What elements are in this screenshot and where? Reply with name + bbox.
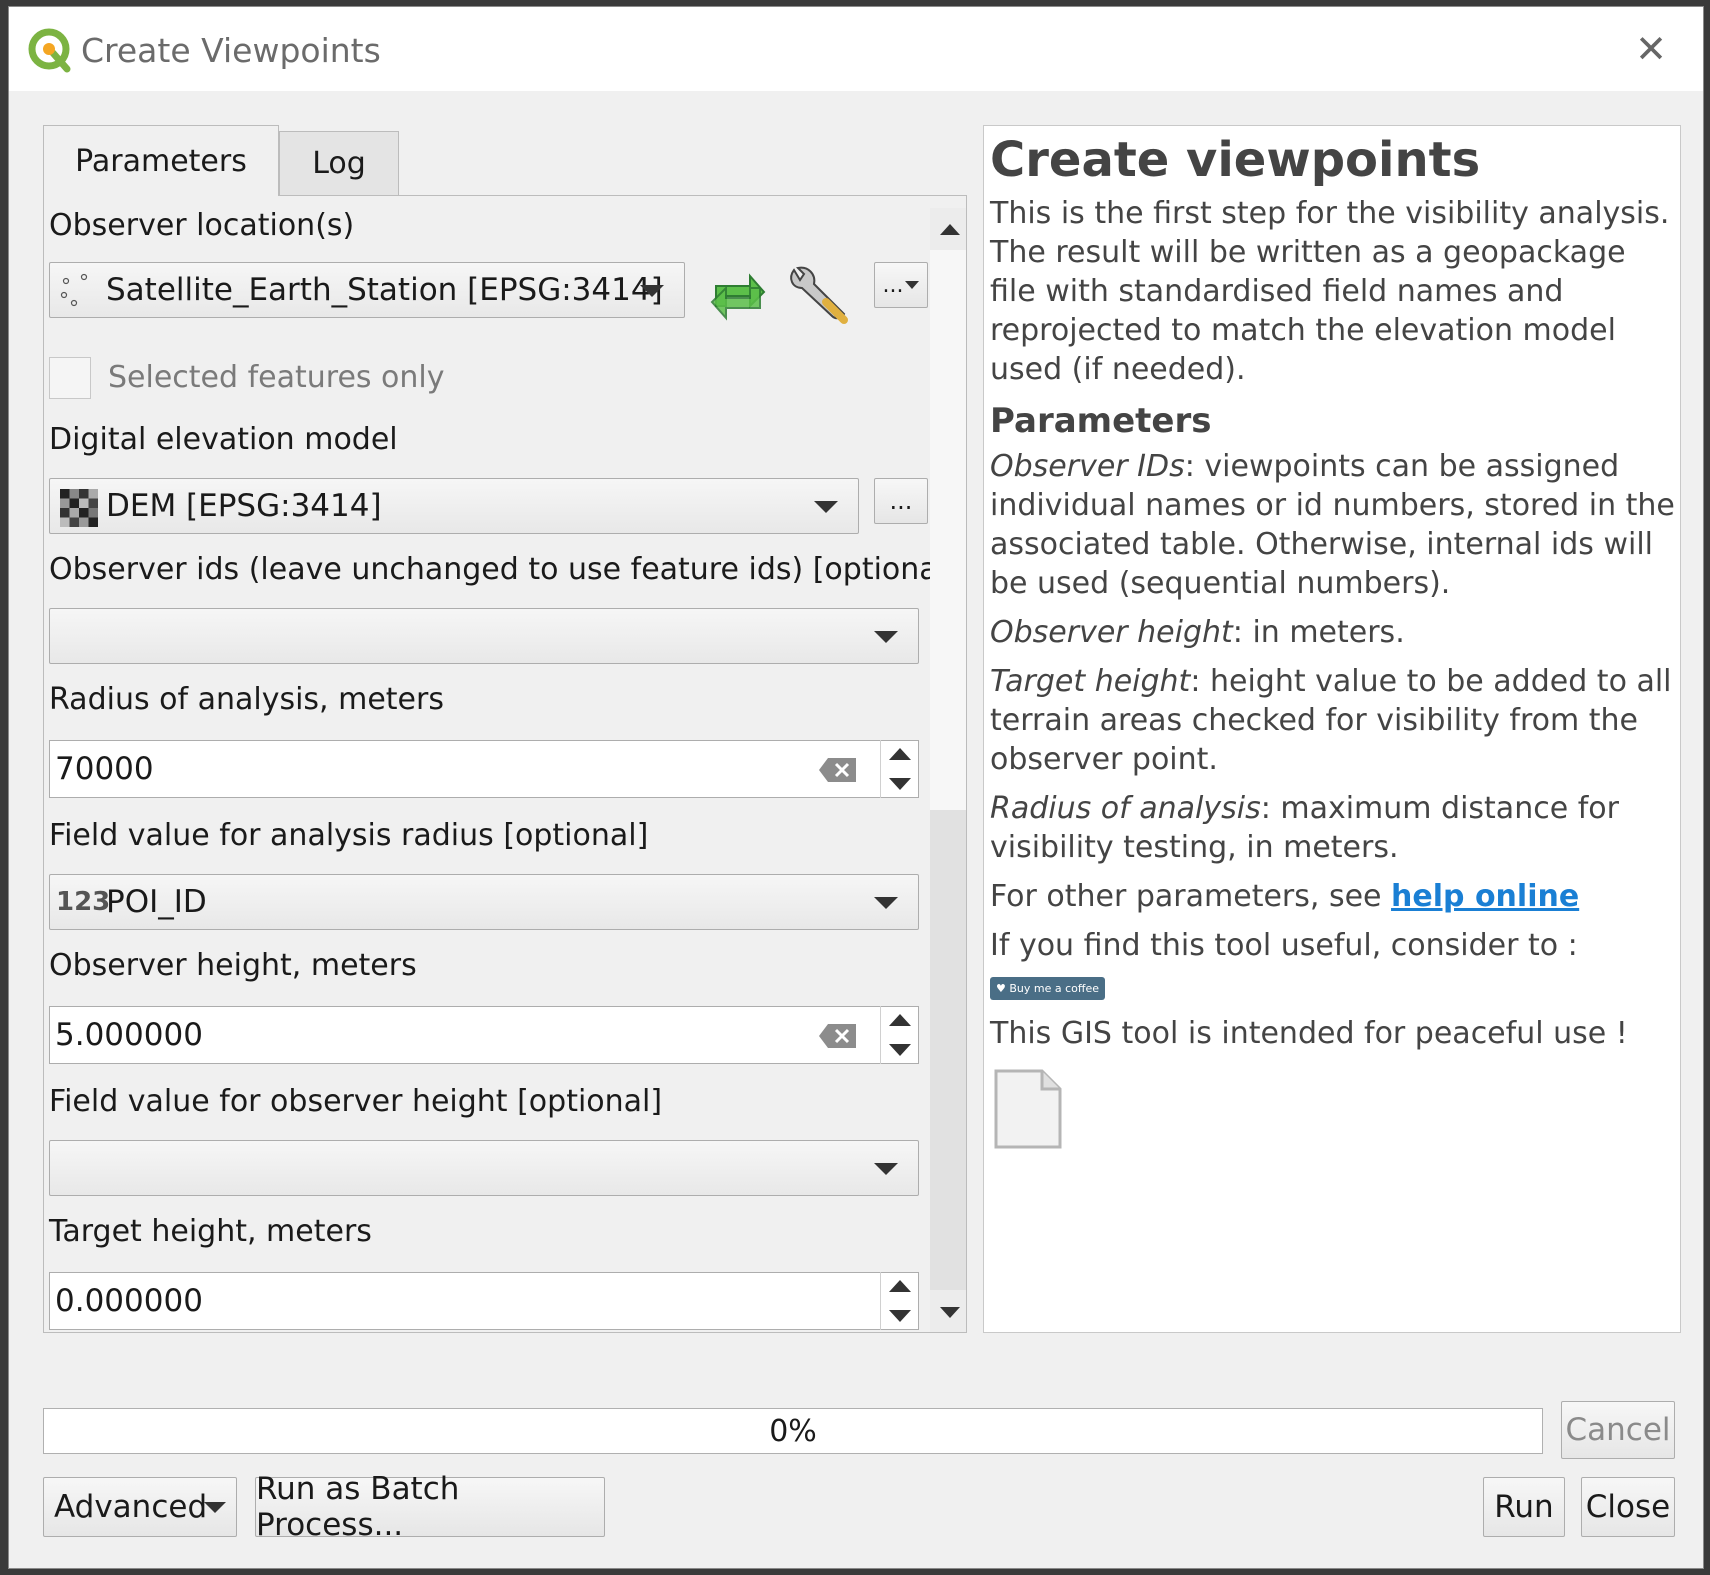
window-title: Create Viewpoints [81,31,381,70]
help-observer-height: Observer height: in meters. [990,613,1676,652]
ellipsis-label: ... [882,272,904,298]
help-text: : in meters. [1232,615,1405,650]
refresh-icon[interactable] [706,270,770,324]
scroll-up-icon[interactable] [940,224,960,235]
progress-text: 0% [769,1413,817,1449]
target-height-input[interactable]: 0.000000 [49,1272,919,1330]
spin-down-icon[interactable] [889,1044,911,1056]
selected-only-checkbox[interactable] [49,357,91,399]
radius-label: Radius of analysis, meters [49,682,444,717]
observer-location-combo[interactable]: Satellite_Earth_Station [EPSG:3414] [49,262,685,318]
tab-log[interactable]: Log [279,131,399,195]
help-intro: This is the first step for the visibilit… [990,196,1670,387]
help-target-height: Target height: height value to be added … [990,662,1676,779]
help-online-link[interactable]: help online [1391,879,1579,914]
run-batch-button[interactable]: Run as Batch Process... [255,1471,605,1543]
observer-location-value: Satellite_Earth_Station [EPSG:3414] [106,272,663,308]
target-height-value: 0.000000 [55,1283,203,1319]
qgis-logo-icon [28,28,71,73]
progress-bar: 0% [43,1408,1543,1454]
observer-location-label: Observer location(s) [49,208,355,243]
cancel-button[interactable]: Cancel [1561,1401,1675,1459]
close-button[interactable]: Close [1581,1477,1675,1537]
radius-field-combo[interactable]: 123 POI_ID [49,874,919,930]
observer-height-field-label: Field value for observer height [optiona… [49,1084,663,1119]
observer-ids-label: Observer ids (leave unchanged to use fea… [49,552,958,587]
observer-options-button[interactable]: ... [874,262,928,308]
radius-value: 70000 [55,751,154,787]
spin-up-icon[interactable] [889,1280,911,1292]
tab-parameters[interactable]: Parameters [43,125,279,196]
dialog-window: Create Viewpoints ✕ Parameters Log Obser… [8,6,1704,1569]
clear-icon[interactable] [818,1022,858,1050]
radius-field-label: Field value for analysis radius [optiona… [49,818,649,853]
chevron-down-icon [204,1502,226,1513]
chevron-down-icon [905,281,920,289]
advanced-button[interactable]: Advanced [43,1477,237,1537]
run-button[interactable]: Run [1483,1477,1565,1537]
observer-height-field-combo[interactable] [49,1140,919,1196]
scrollbar-thumb[interactable] [930,250,966,810]
wrench-icon[interactable] [786,262,852,324]
observer-height-spinbox[interactable] [880,1006,918,1064]
chevron-down-icon [814,501,838,513]
broken-image-icon [994,1069,1062,1149]
chevron-down-icon [874,1163,898,1175]
help-title: Create viewpoints [990,132,1481,188]
params-scrollbar[interactable] [930,208,966,1332]
scroll-down-icon[interactable] [940,1307,960,1318]
buy-coffee-badge[interactable]: ♥ Buy me a coffee [990,977,1105,1000]
radius-field-value: POI_ID [106,884,207,920]
help-term: Observer height [990,615,1233,650]
help-consider: If you find this tool useful, consider t… [990,928,1578,963]
target-height-label: Target height, meters [49,1214,372,1249]
observer-height-value: 5.000000 [55,1017,203,1053]
observer-height-label: Observer height, meters [49,948,417,983]
raster-layer-icon [60,489,98,527]
close-window-icon[interactable]: ✕ [1633,30,1669,68]
spin-up-icon[interactable] [889,748,911,760]
parameters-panel: Observer location(s) Satellite_Earth_Sta… [43,195,967,1333]
dem-combo[interactable]: DEM [EPSG:3414] [49,478,859,534]
radius-input[interactable]: 70000 [49,740,919,798]
dem-label: Digital elevation model [49,422,398,457]
help-other: For other parameters, see help online [990,877,1676,916]
observer-ids-combo[interactable] [49,608,919,664]
chevron-down-icon [874,897,898,909]
help-text: For other parameters, see [990,879,1392,914]
dem-browse-button[interactable]: ... [874,478,928,524]
help-peaceful: This GIS tool is intended for peaceful u… [990,1016,1628,1051]
help-observer-ids: Observer IDs: viewpoints can be assigned… [990,447,1676,603]
selected-only-label: Selected features only [108,360,445,395]
spin-down-icon[interactable] [889,778,911,790]
help-panel: Create viewpoints This is the first step… [983,125,1681,1333]
point-layer-icon [60,273,88,307]
integer-field-icon: 123 [56,887,111,917]
radius-spinbox[interactable] [880,740,918,798]
coffee-label: Buy me a coffee [1009,982,1099,995]
spin-up-icon[interactable] [889,1014,911,1026]
chevron-down-icon [640,285,664,297]
dem-value: DEM [EPSG:3414] [106,488,382,524]
help-term: Radius of analysis [990,791,1261,826]
chevron-down-icon [874,631,898,643]
advanced-label: Advanced [54,1489,208,1525]
observer-height-input[interactable]: 5.000000 [49,1006,919,1064]
clear-icon[interactable] [818,756,858,784]
help-term: Target height [990,664,1191,699]
title-bar: Create Viewpoints ✕ [9,7,1703,91]
target-height-spinbox[interactable] [880,1272,918,1330]
help-radius: Radius of analysis: maximum distance for… [990,789,1676,867]
spin-down-icon[interactable] [889,1310,911,1322]
help-term: Observer IDs [990,449,1185,484]
scrollbar-track[interactable] [930,810,966,1290]
help-params-heading: Parameters [990,401,1212,441]
